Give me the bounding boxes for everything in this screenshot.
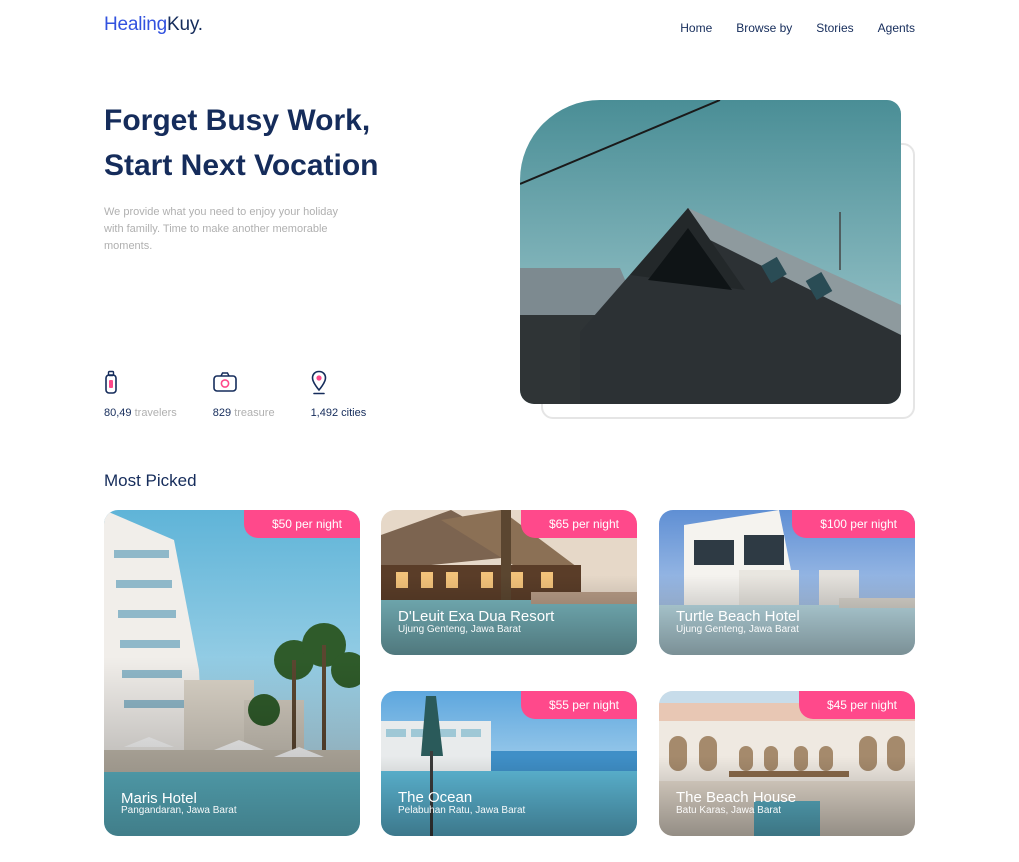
hero-description: We provide what you need to enjoy your h… (104, 206, 338, 252)
property-name: The Beach House (676, 789, 797, 806)
property-card-turtle-beach-hotel[interactable]: $100 per night Turtle Beach Hotel Ujung … (659, 510, 915, 655)
property-name: D'Leuit Exa Dua Resort (398, 608, 555, 625)
hero-title-line-2: Start Next Vocation (104, 149, 379, 182)
property-location: Pangandaran, Jawa Barat (121, 805, 237, 816)
property-name: The Ocean (398, 789, 473, 806)
property-location: Ujung Genteng, Jawa Barat (676, 624, 799, 635)
price-badge: $45 per night (798, 691, 915, 719)
property-card-dleuit-exa-dua-resort[interactable]: $65 per night D'Leuit Exa Dua Resort Uju… (381, 510, 637, 655)
stat-travelers-unit: travelers (134, 407, 177, 419)
stat-treasure: 829 treasure (213, 370, 275, 419)
most-picked-title: Most Picked (104, 471, 197, 490)
location-pin-icon (311, 370, 326, 395)
hero-stats: 80,49 travelers 829 treasure 1,492 citie… (104, 370, 402, 419)
hero-title-line-1: Forget Busy Work, (104, 104, 371, 137)
luggage-icon (105, 370, 117, 394)
stat-cities-unit: cities (341, 407, 367, 419)
nav-home[interactable]: Home (680, 21, 712, 35)
stat-travelers: 80,49 travelers (104, 370, 177, 419)
stat-treasure-value: 829 (212, 407, 232, 419)
stat-cities-text: 1,492 cities (311, 407, 367, 419)
price-badge: $50 per night (243, 510, 360, 538)
property-card-the-beach-house[interactable]: $45 per night The Beach House Batu Karas… (659, 691, 915, 836)
stat-treasure-text: 829 treasure (213, 407, 275, 419)
stat-travelers-text: 80,49 travelers (104, 407, 177, 419)
price-badge: $100 per night (792, 510, 915, 538)
stat-cities: 1,492 cities (311, 370, 367, 419)
nav-stories[interactable]: Stories (816, 21, 853, 35)
price-badge: $55 per night (520, 691, 637, 719)
stat-cities-value: 1,492 (310, 407, 339, 419)
property-location: Pelabuhan Ratu, Jawa Barat (398, 805, 526, 816)
hero-image (520, 100, 901, 404)
price-badge: $65 per night (520, 510, 637, 538)
brand-logo[interactable]: HealingKuy. (104, 14, 203, 36)
property-card-the-ocean[interactable]: $55 per night The Ocean Pelabuhan Ratu, … (381, 691, 637, 836)
logo-part-kuy: Kuy. (167, 14, 203, 35)
nav-browse-by[interactable]: Browse by (736, 21, 792, 35)
camera-icon (212, 372, 237, 392)
logo-part-healing: Healing (104, 14, 168, 35)
property-name: Turtle Beach Hotel (676, 608, 800, 625)
property-location: Batu Karas, Jawa Barat (676, 805, 782, 816)
property-location: Ujung Genteng, Jawa Barat (398, 624, 521, 635)
stat-travelers-value: 80,49 (104, 407, 132, 419)
stat-treasure-unit: treasure (234, 407, 275, 419)
main-nav: Home Browse by Stories Agents (680, 21, 915, 35)
hero-title: Forget Busy Work, Start Next Vocation (104, 98, 484, 188)
nav-agents[interactable]: Agents (878, 21, 915, 35)
property-card-maris-hotel[interactable]: $50 per night Maris Hotel Pangandaran, J… (104, 510, 360, 836)
